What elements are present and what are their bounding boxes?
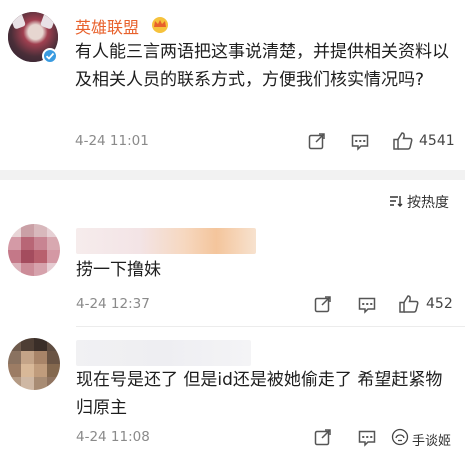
sort-icon[interactable]: [388, 193, 404, 209]
verified-badge-icon: [42, 48, 58, 64]
section-divider: [0, 170, 465, 180]
comment-icon[interactable]: [350, 132, 370, 152]
repost-icon[interactable]: [313, 294, 333, 314]
comment-text: 现在号是还了 但是id还是被她偷走了 希望赶紧物归原主: [76, 370, 443, 418]
comment-text: 捞一下撸妹: [76, 260, 161, 280]
comment-time: 4-24 12:37: [76, 296, 150, 312]
comment-separator: [76, 326, 465, 327]
blurred-username: [76, 228, 256, 254]
post-text: 有人能三言两语把这事说清楚，并提供相关资料以及相关人员的联系方式，方便我们核实情…: [75, 42, 449, 90]
post-time: 4-24 11:01: [75, 133, 149, 149]
repost-icon[interactable]: [307, 131, 327, 151]
post-like-count: 4541: [419, 133, 455, 149]
like-icon[interactable]: [392, 131, 414, 151]
comment-icon[interactable]: [357, 428, 377, 448]
crown-badge-icon: [150, 15, 170, 33]
watermark-text: 手谈姬: [412, 434, 452, 449]
sort-label[interactable]: 按热度: [407, 192, 449, 212]
repost-icon[interactable]: [313, 427, 333, 447]
author-name[interactable]: 英雄联盟: [75, 14, 139, 38]
commenter-avatar[interactable]: [8, 338, 60, 390]
watermark-logo-icon: [391, 428, 409, 446]
commenter-avatar[interactable]: [8, 224, 60, 276]
like-icon[interactable]: [398, 294, 420, 314]
comment-time: 4-24 11:08: [76, 429, 150, 445]
comment-icon[interactable]: [357, 295, 377, 315]
comment-like-count: 452: [426, 296, 453, 312]
blurred-username: [76, 340, 251, 366]
